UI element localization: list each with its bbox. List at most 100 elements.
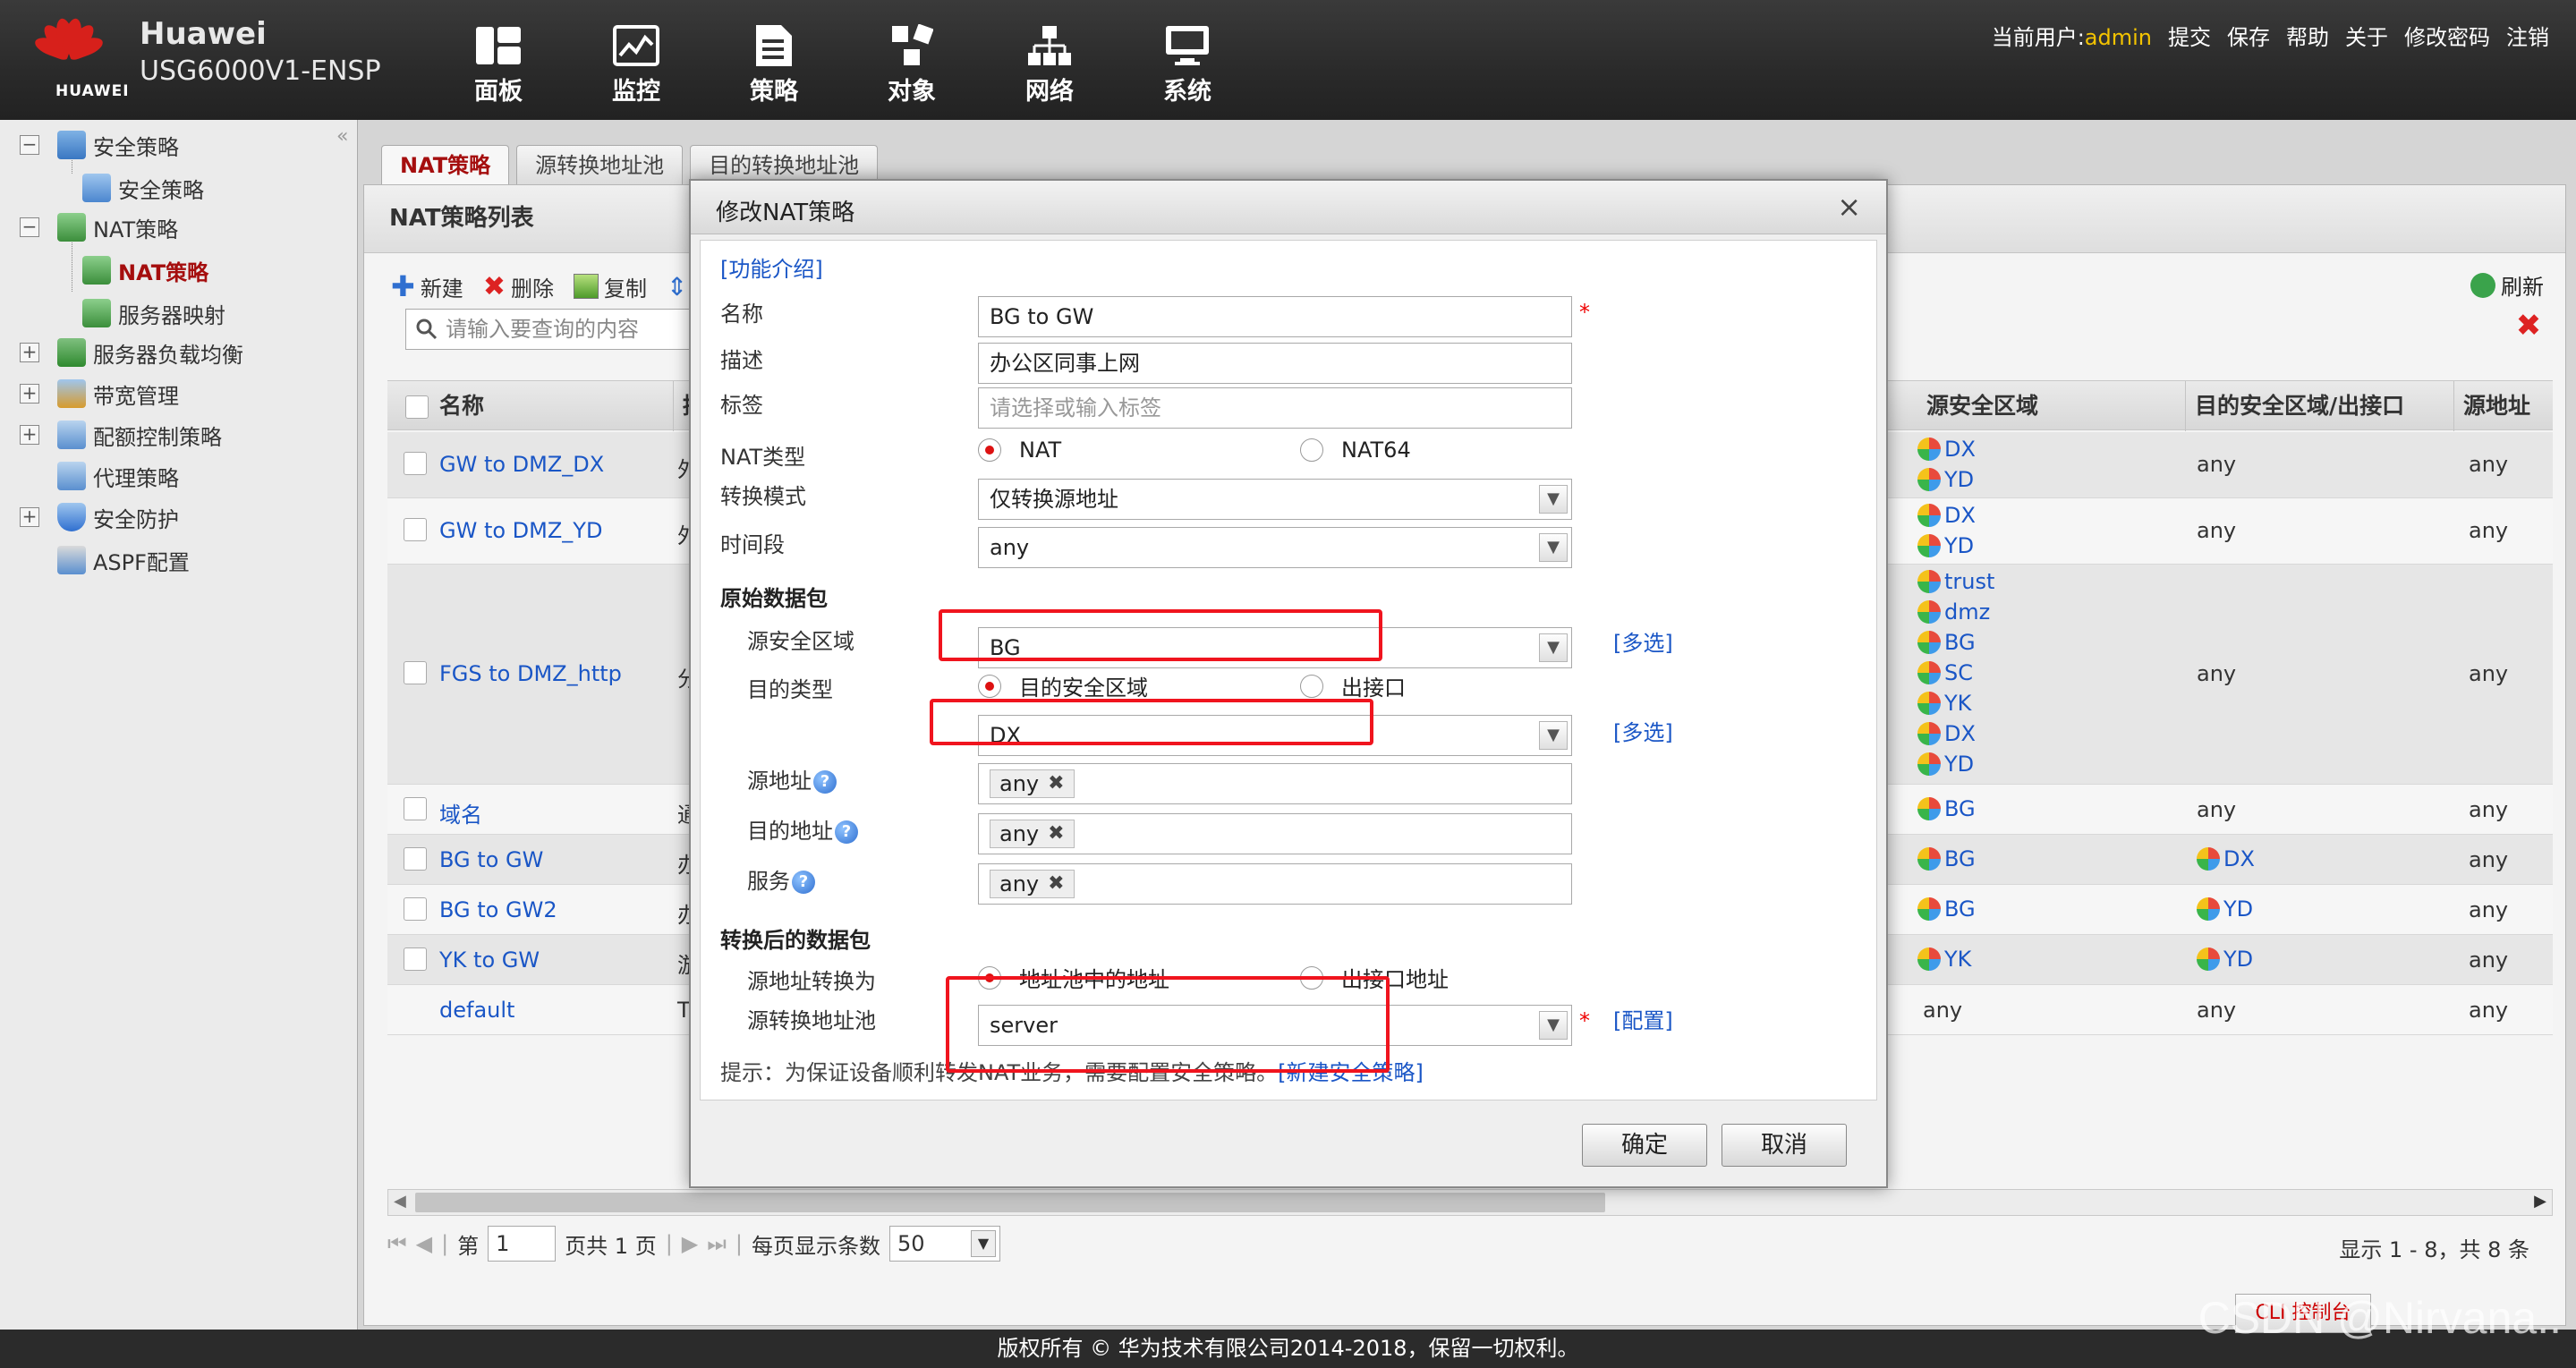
description-field[interactable]: 办公区同事上网 — [978, 343, 1572, 384]
dest-zone-multiselect-link[interactable]: [多选] — [1613, 715, 1673, 746]
policy-name-link[interactable]: YK to GW — [439, 947, 540, 973]
row-checkbox[interactable] — [404, 947, 427, 971]
nav-object[interactable]: 对象 — [843, 23, 981, 106]
time-range-select[interactable]: any ▼ — [978, 527, 1572, 568]
dest-type-radio-interface[interactable]: 出接口 — [1300, 670, 1406, 701]
select-all-checkbox[interactable] — [405, 395, 429, 419]
close-icon[interactable]: × — [1837, 190, 1861, 224]
source-trans-radio-interface[interactable]: 出接口地址 — [1300, 962, 1449, 993]
sidebar-item-server-lb[interactable]: + 服务器负载均衡 — [20, 335, 243, 370]
change-password-link[interactable]: 修改密码 — [2404, 20, 2490, 51]
feature-intro-link[interactable]: [功能介绍] — [720, 251, 823, 283]
expand-toggle-icon[interactable]: + — [20, 507, 39, 527]
source-zone-select[interactable]: BG ▼ — [978, 627, 1572, 668]
sidebar-item-security-policy-sub[interactable]: 安全策略 — [82, 170, 204, 206]
expand-toggle-icon[interactable]: + — [20, 343, 39, 362]
dest-zone-select[interactable]: DX ▼ — [978, 715, 1572, 756]
delete-button[interactable]: ✖ 删除 — [483, 269, 554, 303]
header-source-address: 源地址 — [2463, 393, 2531, 419]
policy-name-link[interactable]: BG to GW — [439, 847, 543, 872]
policy-name-link[interactable]: GW to DMZ_YD — [439, 518, 602, 543]
nav-policy[interactable]: 策略 — [705, 23, 843, 106]
sidebar-item-security-policy[interactable]: − 安全策略 — [20, 127, 179, 163]
sidebar-item-proxy[interactable]: 代理策略 — [57, 458, 179, 494]
source-trans-radio-pool[interactable]: 地址池中的地址 — [978, 962, 1169, 993]
nat-type-radio-nat[interactable]: NAT — [978, 438, 1061, 463]
submit-link[interactable]: 提交 — [2168, 20, 2211, 51]
row-checkbox[interactable] — [404, 797, 427, 820]
help-icon[interactable]: ? — [792, 871, 815, 894]
nav-system[interactable]: 系统 — [1118, 23, 1256, 106]
scroll-right-icon[interactable]: ▶ — [2534, 1192, 2546, 1211]
policy-name-link[interactable]: 域名 — [439, 797, 482, 828]
collapse-sidebar-icon[interactable]: « — [336, 125, 348, 148]
chevron-down-icon: ▼ — [1539, 485, 1568, 514]
remove-tag-icon[interactable]: ✖ — [1048, 820, 1064, 847]
sidebar-item-server-mapping[interactable]: 服务器映射 — [82, 295, 225, 331]
dest-type-radio-zone[interactable]: 目的安全区域 — [978, 670, 1148, 701]
collapse-toggle-icon[interactable]: − — [20, 217, 39, 237]
sidebar-item-bandwidth[interactable]: + 带宽管理 — [20, 376, 179, 412]
row-checkbox[interactable] — [404, 661, 427, 684]
sidebar-item-nat-policy[interactable]: − NAT策略 — [20, 209, 178, 245]
ok-button[interactable]: 确定 — [1582, 1124, 1707, 1167]
about-link[interactable]: 关于 — [2345, 20, 2388, 51]
config-pool-link[interactable]: [配置] — [1613, 1003, 1673, 1034]
help-link[interactable]: 帮助 — [2286, 20, 2329, 51]
row-checkbox[interactable] — [404, 897, 427, 921]
policy-name-link[interactable]: BG to GW2 — [439, 897, 557, 922]
scroll-left-icon[interactable]: ◀ — [394, 1192, 406, 1211]
translation-mode-select[interactable]: 仅转换源地址 ▼ — [978, 479, 1572, 520]
source-pool-select[interactable]: server ▼ — [978, 1005, 1572, 1046]
help-icon[interactable]: ? — [813, 770, 837, 794]
new-security-policy-link[interactable]: [新建安全策略] — [1278, 1060, 1424, 1085]
page-number-input[interactable]: 1 — [488, 1226, 557, 1262]
nav-monitor[interactable]: 监控 — [567, 23, 705, 106]
clear-search-icon[interactable]: ✖ — [2515, 310, 2542, 341]
service-field[interactable]: any ✖ — [978, 863, 1572, 905]
nat-type-radio-nat64[interactable]: NAT64 — [1300, 438, 1411, 463]
logout-link[interactable]: 注销 — [2506, 20, 2549, 51]
collapse-toggle-icon[interactable]: − — [20, 135, 39, 155]
name-field[interactable]: BG to GW — [978, 296, 1572, 337]
new-button[interactable]: ✚ 新建 — [391, 269, 463, 303]
nav-network[interactable]: 网络 — [981, 23, 1118, 106]
row-checkbox[interactable] — [404, 847, 427, 871]
last-page-icon[interactable]: ⏭ — [707, 1231, 727, 1256]
source-zone-multiselect-link[interactable]: [多选] — [1613, 625, 1673, 657]
expand-toggle-icon[interactable]: + — [20, 384, 39, 404]
row-checkbox[interactable] — [404, 518, 427, 541]
dest-address-field[interactable]: any ✖ — [978, 813, 1572, 854]
policy-name-link[interactable]: FGS to DMZ_http — [439, 661, 622, 686]
tab-source-pool[interactable]: 源转换地址池 — [516, 145, 684, 184]
search-input[interactable]: 请输入要查询的内容 — [405, 309, 710, 350]
expand-toggle-icon[interactable]: + — [20, 425, 39, 445]
refresh-button[interactable]: 刷新 — [2470, 269, 2544, 301]
policy-name-link[interactable]: GW to DMZ_DX — [439, 452, 604, 477]
remove-tag-icon[interactable]: ✖ — [1048, 770, 1064, 797]
sidebar-item-quota[interactable]: + 配额控制策略 — [20, 417, 222, 453]
help-icon[interactable]: ? — [835, 820, 858, 844]
scrollbar-thumb[interactable] — [415, 1193, 1605, 1212]
header-name[interactable]: 名称 — [387, 381, 674, 431]
dest-address-label: 目的地址? — [747, 813, 858, 845]
nav-dashboard[interactable]: 面板 — [429, 23, 567, 106]
sidebar-item-aspf[interactable]: ASPF配置 — [57, 542, 190, 578]
remove-tag-icon[interactable]: ✖ — [1048, 871, 1064, 897]
save-link[interactable]: 保存 — [2227, 20, 2270, 51]
sidebar-item-nat-policy-sub[interactable]: NAT策略 — [82, 252, 208, 288]
first-page-icon[interactable]: ⏮ — [387, 1231, 407, 1256]
cancel-button[interactable]: 取消 — [1722, 1124, 1847, 1167]
per-page-select[interactable]: 50 ▼ — [888, 1226, 1000, 1262]
tag-field[interactable]: 请选择或输入标签 — [978, 387, 1572, 429]
copy-button[interactable]: 复制 — [573, 269, 647, 303]
zone-icon — [2197, 847, 2220, 871]
tab-nat-policy[interactable]: NAT策略 — [381, 145, 510, 184]
policy-name-link[interactable]: default — [439, 998, 514, 1023]
horizontal-scrollbar[interactable]: ◀ ▶ — [387, 1189, 2553, 1216]
source-address-field[interactable]: any ✖ — [978, 763, 1572, 804]
sidebar-item-protection[interactable]: + 安全防护 — [20, 499, 179, 535]
prev-page-icon[interactable]: ◀ — [416, 1231, 432, 1256]
next-page-icon[interactable]: ▶ — [682, 1231, 698, 1256]
row-checkbox[interactable] — [404, 452, 427, 475]
